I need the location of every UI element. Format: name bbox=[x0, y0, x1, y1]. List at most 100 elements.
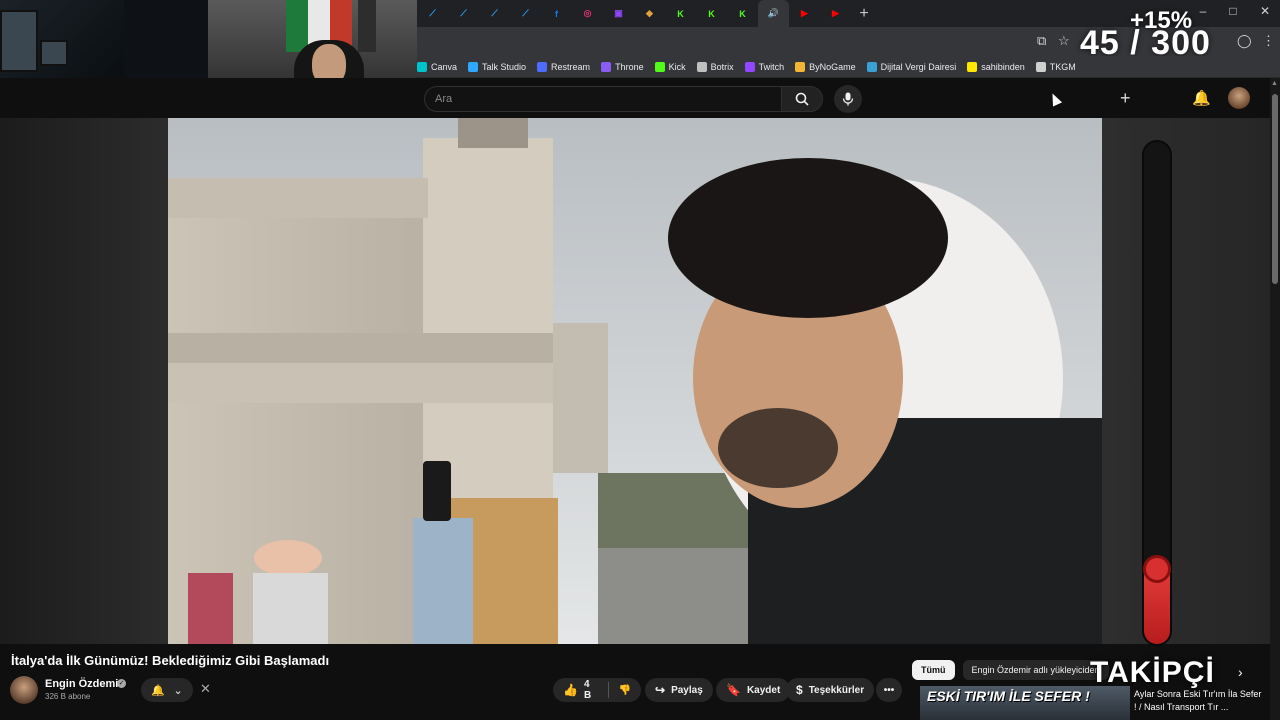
bookmark-item[interactable]: Talk Studio bbox=[468, 61, 527, 72]
browser-tab[interactable]: f bbox=[541, 0, 572, 27]
bell-icon: 🔔 bbox=[151, 684, 165, 697]
bookmark-label: Throne bbox=[615, 61, 644, 72]
browser-tab[interactable]: K bbox=[696, 0, 727, 27]
account-avatar[interactable] bbox=[1228, 87, 1250, 109]
bookmark-label: sahibinden bbox=[981, 61, 1025, 72]
like-dislike-group: 👍 4 B 👎 bbox=[553, 678, 641, 702]
browser-tab[interactable]: 🔊 bbox=[758, 0, 789, 27]
recommendation-chips: Tümü Engin Özdemir adlı yükleyiciden bbox=[912, 660, 1117, 680]
new-tab-button[interactable]: + bbox=[851, 5, 877, 23]
browser-tab[interactable]: K bbox=[727, 0, 758, 27]
browser-tab[interactable]: ◎ bbox=[572, 0, 603, 27]
kick-icon bbox=[654, 61, 665, 72]
browser-tab[interactable]: ◆ bbox=[634, 0, 665, 27]
browser-tab[interactable]: K bbox=[665, 0, 696, 27]
filter-chip[interactable]: Tümü bbox=[912, 660, 955, 680]
thanks-label: Teşekkürler bbox=[808, 684, 865, 696]
chevron-right-icon[interactable]: › bbox=[1238, 664, 1243, 680]
youtube-icon: ▶ bbox=[832, 8, 839, 18]
search-input[interactable]: Ara bbox=[424, 86, 782, 112]
browser-tab[interactable]: ⟋ bbox=[510, 0, 541, 27]
thanks-icon: $ bbox=[796, 683, 803, 697]
twitch-icon: ▣ bbox=[614, 8, 623, 18]
minimize-button[interactable]: – bbox=[1188, 4, 1218, 18]
recommended-thumbnail-text: ESKİ TIR'IM İLE SEFER ! bbox=[927, 688, 1090, 704]
chevron-down-icon: ⌄ bbox=[173, 684, 183, 697]
bookmark-item[interactable]: ByNoGame bbox=[795, 61, 856, 72]
goal-percent-overlay: +15% bbox=[1130, 7, 1193, 34]
youtube-header: Ara + 🔔 bbox=[0, 78, 1280, 118]
goal-thermometer bbox=[1142, 140, 1172, 646]
restream-icon bbox=[537, 61, 548, 72]
restream-icon: ⟋ bbox=[429, 8, 436, 18]
dislike-button[interactable]: 👎 bbox=[609, 678, 641, 702]
recommended-title[interactable]: Aylar Sonra Eski Tır'ım İla Sefer ! / Na… bbox=[1134, 688, 1262, 714]
browser-tab[interactable]: ⟋ bbox=[479, 0, 510, 27]
thumbs-up-icon: 👍 bbox=[563, 683, 578, 697]
channel-name[interactable]: Engin Özdemir bbox=[45, 678, 123, 690]
bookmark-item[interactable]: sahibinden bbox=[967, 61, 1025, 72]
bookmarks-bar: Canva Talk Studio Restream Throne Kick Botrix… bbox=[417, 56, 1280, 78]
close-icon[interactable]: ✕ bbox=[200, 681, 211, 697]
verified-icon: ✓ bbox=[117, 679, 126, 688]
profile-icon[interactable]: ◯ bbox=[1237, 33, 1252, 49]
save-button[interactable]: 🔖 Kaydet bbox=[716, 678, 791, 702]
bookmark-item[interactable]: TKGM bbox=[1035, 61, 1076, 72]
throne-icon bbox=[601, 61, 612, 72]
filter-chip[interactable]: Engin Özdemir adlı yükleyiciden bbox=[962, 660, 1109, 680]
channel-avatar[interactable] bbox=[10, 676, 38, 704]
botrix-icon bbox=[696, 61, 707, 72]
bookmark-label: Restream bbox=[551, 61, 591, 72]
more-actions-button[interactable]: ••• bbox=[876, 678, 902, 702]
bookmark-item[interactable]: Restream bbox=[537, 61, 591, 72]
bookmark-label: Twitch bbox=[758, 61, 785, 72]
voice-search-button[interactable] bbox=[834, 85, 862, 113]
menu-kebab-icon[interactable]: ⋮ bbox=[1262, 33, 1275, 49]
browser-tab[interactable]: ⟋ bbox=[448, 0, 479, 27]
ambient-left bbox=[0, 118, 168, 644]
browser-tab[interactable]: ▣ bbox=[603, 0, 634, 27]
bookmark-icon: 🔖 bbox=[726, 683, 741, 697]
bookmark-item[interactable]: Kick bbox=[654, 61, 686, 72]
bookmark-item[interactable]: Dijital Vergi Dairesi bbox=[866, 61, 956, 72]
video-frame bbox=[168, 118, 1102, 644]
video-player[interactable] bbox=[168, 118, 1102, 644]
page-scrollbar[interactable]: ▲ bbox=[1270, 78, 1280, 720]
thanks-button[interactable]: $ Teşekkürler bbox=[786, 678, 875, 702]
youtube-icon: ▶ bbox=[801, 8, 808, 18]
notifications-bell-icon[interactable]: 🔔 bbox=[1192, 89, 1211, 107]
bookmark-label: TKGM bbox=[1049, 61, 1076, 72]
bookmark-label: ByNoGame bbox=[809, 61, 856, 72]
browser-tab[interactable]: ⟋ bbox=[417, 0, 448, 27]
search-button[interactable] bbox=[781, 86, 823, 112]
scrollbar-thumb[interactable] bbox=[1272, 94, 1278, 284]
restream-icon: ⟋ bbox=[522, 8, 529, 18]
subscriber-count: 326 B abone bbox=[45, 692, 91, 701]
maximize-button[interactable]: □ bbox=[1218, 4, 1248, 18]
more-icon: ••• bbox=[883, 684, 895, 696]
bookmark-item[interactable]: Canva bbox=[417, 61, 458, 72]
bookmark-star-icon[interactable]: ☆ bbox=[1058, 33, 1070, 49]
cast-icon[interactable]: ⧉ bbox=[1037, 33, 1046, 49]
vergi-icon bbox=[866, 61, 877, 72]
search-icon bbox=[795, 92, 809, 106]
subscription-bell-button[interactable]: 🔔 ⌄ bbox=[141, 678, 193, 702]
screen: ⟋ ⟋ ⟋ ⟋ f ◎ ▣ ◆ K K K 🔊 ▶ ▶ + – □ ✕ ⧉ ☆ ◯ ⋮ 45 / 300 C… bbox=[0, 0, 1280, 720]
restream-icon: ⟋ bbox=[460, 8, 467, 18]
browser-tab[interactable]: ▶ bbox=[789, 0, 820, 27]
microphone-icon bbox=[842, 92, 854, 106]
share-label: Paylaş bbox=[671, 684, 703, 696]
browser-tab[interactable]: ▶ bbox=[820, 0, 851, 27]
bookmark-label: Talk Studio bbox=[482, 61, 527, 72]
create-icon[interactable]: + bbox=[1120, 88, 1131, 109]
close-window-button[interactable]: ✕ bbox=[1250, 4, 1280, 18]
bookmark-item[interactable]: Twitch bbox=[744, 61, 785, 72]
share-button[interactable]: ↪ Paylaş bbox=[645, 678, 713, 702]
bookmark-item[interactable]: Throne bbox=[601, 61, 644, 72]
bookmark-label: Canva bbox=[431, 61, 458, 72]
bookmark-item[interactable]: Botrix bbox=[696, 61, 734, 72]
facebook-icon: f bbox=[555, 8, 558, 19]
botrix-icon: ◆ bbox=[646, 8, 653, 18]
like-button[interactable]: 👍 4 B bbox=[553, 678, 608, 702]
ambient-right bbox=[1102, 118, 1270, 644]
